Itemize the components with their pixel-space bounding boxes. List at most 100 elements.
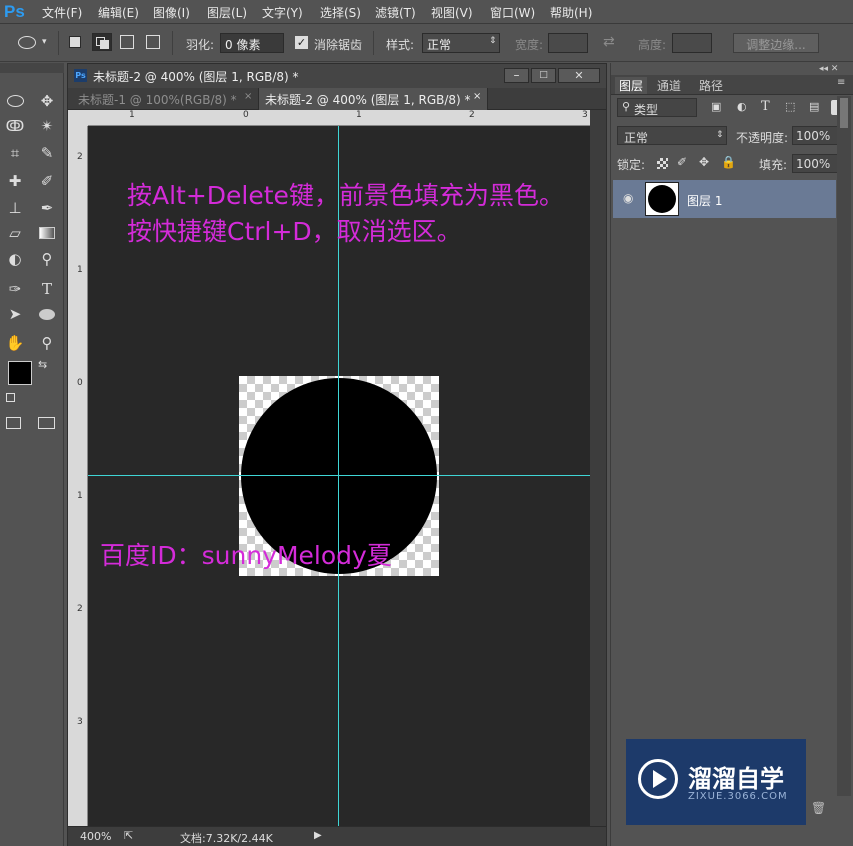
layer-name[interactable]: 图层 1 xyxy=(687,192,722,209)
move-tool-icon[interactable]: ✥ xyxy=(36,91,58,111)
close-button[interactable]: ✕ xyxy=(558,68,600,83)
menu-layer[interactable]: 图层(L) xyxy=(207,4,247,21)
close-tab-icon[interactable]: × xyxy=(244,91,252,102)
ruler-h-label: 1 xyxy=(129,110,135,120)
hand-tool-icon[interactable]: ✋ xyxy=(4,333,26,353)
menu-filter[interactable]: 滤镜(T) xyxy=(375,4,416,21)
menu-view[interactable]: 视图(V) xyxy=(431,4,473,21)
add-selection-icon[interactable] xyxy=(92,33,112,51)
document-tabs: 未标题-1 @ 100%(RGB/8) * × 未标题-2 @ 400% (图层… xyxy=(68,88,606,110)
lasso-tool-icon[interactable]: ↂ xyxy=(4,116,26,136)
layers-panel: ◂◂ ✕ 图层 通道 路径 ≡ ⚲ 类型 ▣ ◐ T ⬚ ▤ 正常 ⇕ 不透明度… xyxy=(610,63,853,846)
horizontal-ruler[interactable]: 1 0 1 2 3 xyxy=(88,110,590,126)
lock-all-icon[interactable]: 🔒 xyxy=(721,155,736,169)
screen-mode-icon[interactable] xyxy=(38,417,55,429)
foreground-color-swatch[interactable] xyxy=(8,361,32,385)
elliptical-marquee-icon[interactable] xyxy=(18,36,36,49)
tab-paths[interactable]: 路径 xyxy=(699,77,723,94)
healing-brush-icon[interactable]: ✚ xyxy=(4,171,26,191)
lock-transparent-icon[interactable] xyxy=(657,158,668,169)
tab-label: 未标题-2 @ 400% (图层 1, RGB/8) * xyxy=(265,93,471,107)
tab-channels[interactable]: 通道 xyxy=(657,77,681,94)
panel-tabs: 图层 通道 路径 ≡ xyxy=(611,75,853,95)
magic-wand-icon[interactable]: ✴ xyxy=(36,116,58,136)
delete-layer-icon[interactable]: 🗑 xyxy=(811,801,826,815)
document-window: Ps 未标题-2 @ 400% (图层 1, RGB/8) * – □ ✕ 未标… xyxy=(67,63,607,846)
tab-document-2[interactable]: 未标题-2 @ 400% (图层 1, RGB/8) * × xyxy=(258,88,488,110)
filter-shape-icon[interactable]: ⬚ xyxy=(785,100,795,113)
blend-mode-select[interactable]: 正常 ⇕ xyxy=(617,126,727,145)
pen-tool-icon[interactable]: ✑ xyxy=(4,279,26,299)
menu-help[interactable]: 帮助(H) xyxy=(550,4,592,21)
elliptical-marquee-tool-icon[interactable] xyxy=(6,95,24,107)
dodge-tool-icon[interactable]: ⚲ xyxy=(36,249,58,269)
feather-input[interactable]: 0 像素 xyxy=(220,33,284,53)
visibility-eye-icon[interactable]: ◉ xyxy=(623,191,633,205)
canvas-area[interactable]: 按Alt+Delete键，前景色填充为黑色。 按快捷键Ctrl+D，取消选区。 … xyxy=(88,126,590,826)
quick-mask-icon[interactable] xyxy=(6,417,21,429)
menu-image[interactable]: 图像(I) xyxy=(153,4,190,21)
stamp-tool-icon[interactable]: ⊥ xyxy=(4,198,26,218)
blend-dropdown-icon: ⇕ xyxy=(716,130,724,140)
menu-select[interactable]: 选择(S) xyxy=(320,4,361,21)
menu-type[interactable]: 文字(Y) xyxy=(262,4,303,21)
new-selection-icon[interactable] xyxy=(69,36,81,48)
width-input[interactable] xyxy=(548,33,588,53)
ruler-corner xyxy=(68,110,88,126)
vertical-scrollbar[interactable] xyxy=(590,110,606,826)
subtract-selection-icon[interactable] xyxy=(120,35,134,49)
panel-menu-icon[interactable]: ≡ xyxy=(837,77,845,88)
filter-pixel-icon[interactable]: ▣ xyxy=(711,100,721,113)
lock-position-icon[interactable]: ✥ xyxy=(699,155,709,169)
panel-scrollbar[interactable] xyxy=(837,96,851,796)
filter-adjustment-icon[interactable]: ◐ xyxy=(737,100,747,113)
swap-icon[interactable]: ⇄ xyxy=(603,34,615,50)
gradient-tool-icon[interactable] xyxy=(39,227,55,239)
minimize-button[interactable]: – xyxy=(504,68,529,83)
type-tool-icon[interactable]: T xyxy=(36,279,58,299)
menu-bar: Ps 文件(F) 编辑(E) 图像(I) 图层(L) 文字(Y) 选择(S) 滤… xyxy=(0,0,853,24)
ellipse-tool-icon[interactable] xyxy=(39,309,55,320)
tab-layers[interactable]: 图层 xyxy=(615,77,648,94)
search-icon: ⚲ xyxy=(622,100,631,113)
zoom-level[interactable]: 400% xyxy=(80,830,111,843)
brush-tool-icon[interactable]: ✐ xyxy=(36,171,58,191)
refine-edge-button[interactable]: 调整边缘... xyxy=(733,33,819,53)
document-titlebar: Ps 未标题-2 @ 400% (图层 1, RGB/8) * – □ ✕ xyxy=(68,64,606,88)
menu-file[interactable]: 文件(F) xyxy=(42,4,82,21)
intersect-selection-icon[interactable] xyxy=(146,35,160,49)
zoom-tool-icon[interactable]: ⚲ xyxy=(36,333,58,353)
layer-row[interactable]: ◉ 图层 1 xyxy=(613,180,836,218)
filter-smartobject-icon[interactable]: ▤ xyxy=(809,100,819,113)
document-window-title: 未标题-2 @ 400% (图层 1, RGB/8) * xyxy=(93,70,299,84)
close-tab-icon[interactable]: × xyxy=(473,91,481,102)
default-colors-icon[interactable] xyxy=(6,393,15,402)
maximize-button[interactable]: □ xyxy=(531,68,556,83)
antialias-checkbox[interactable]: ✓ xyxy=(295,36,308,49)
eraser-icon[interactable]: ▱ xyxy=(4,223,26,243)
menu-edit[interactable]: 编辑(E) xyxy=(98,4,139,21)
vertical-ruler[interactable]: 2 1 0 1 2 3 xyxy=(68,126,88,826)
layer-filter-select[interactable]: ⚲ 类型 xyxy=(617,98,697,117)
menu-window[interactable]: 窗口(W) xyxy=(490,4,535,21)
height-input[interactable] xyxy=(672,33,712,53)
antialias-label: 消除锯齿 xyxy=(314,38,363,52)
crop-tool-icon[interactable]: ⌗ xyxy=(4,143,26,163)
tools-panel: ✥ ↂ ✴ ⌗ ✎ ✚ ✐ ⊥ ✒ ▱ ◐ ⚲ ✑ T ➤ ✋ ⚲ ⇆ xyxy=(0,63,64,846)
path-selection-icon[interactable]: ➤ xyxy=(4,304,26,324)
export-icon[interactable]: ⇱ xyxy=(124,829,133,842)
blur-tool-icon[interactable]: ◐ xyxy=(4,249,26,269)
tab-document-1[interactable]: 未标题-1 @ 100%(RGB/8) * × xyxy=(72,88,258,110)
lock-paint-icon[interactable]: ✐ xyxy=(677,155,687,169)
history-brush-icon[interactable]: ✒ xyxy=(36,198,58,218)
collapse-panels-icon[interactable]: ◂◂ ✕ xyxy=(819,64,838,74)
chevron-down-icon[interactable]: ▾ xyxy=(42,37,47,47)
info-menu-icon[interactable]: ▶ xyxy=(314,830,322,841)
annotation-id: 百度ID：sunnyMelody夏 xyxy=(100,541,392,570)
filter-type-icon[interactable]: T xyxy=(761,99,770,114)
swap-colors-icon[interactable]: ⇆ xyxy=(38,358,47,371)
eyedropper-icon[interactable]: ✎ xyxy=(36,143,58,163)
horizontal-guide[interactable] xyxy=(88,475,590,476)
height-label: 高度: xyxy=(638,38,667,52)
ruler-h-label: 2 xyxy=(469,110,475,120)
